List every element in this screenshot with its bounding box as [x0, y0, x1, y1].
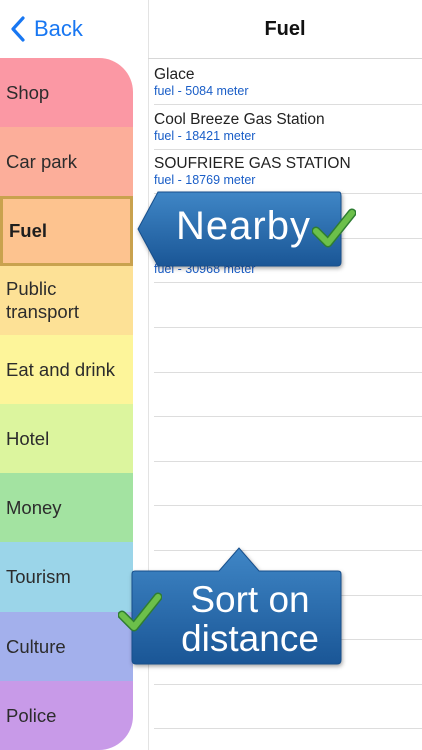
check-icon [118, 592, 162, 632]
row-divider [154, 327, 422, 328]
category-hotel[interactable]: Hotel [0, 404, 133, 474]
back-button[interactable]: Back [8, 10, 83, 48]
category-culture[interactable]: Culture [0, 611, 133, 681]
sort-text-line1: Sort on [190, 579, 310, 620]
category-label: Hotel [6, 428, 50, 450]
page-title: Fuel [264, 17, 306, 40]
navigation-bar: Back [0, 0, 148, 58]
station-distance: fuel - 18769 meter [154, 173, 256, 188]
check-icon [312, 208, 356, 248]
station-name: SOUFRIERE GAS STATION [154, 155, 351, 173]
category-label: Police [6, 704, 57, 726]
category-shop[interactable]: Shop [0, 58, 133, 128]
station-row[interactable]: Glace fuel - 5084 meter [154, 60, 422, 105]
station-distance: fuel - 18421 meter [154, 128, 256, 143]
category-eat-and-drink[interactable]: Eat and drink [0, 334, 133, 404]
station-name: Cool Breeze Gas Station [154, 110, 325, 128]
row-divider [154, 460, 422, 462]
category-label: Car park [6, 151, 77, 173]
category-label: Shop [6, 82, 50, 104]
row-divider [154, 728, 422, 730]
sort-text-line2: distance [181, 618, 319, 659]
category-label: Tourism [6, 566, 71, 588]
title-divider [148, 58, 422, 59]
row-divider [154, 416, 422, 418]
row-divider [154, 683, 422, 685]
row-divider [154, 148, 422, 150]
row-divider [154, 505, 422, 507]
category-label: Public transport [6, 278, 80, 323]
category-fuel[interactable]: Fuel [0, 196, 133, 266]
category-public-transport[interactable]: Public transport [0, 265, 133, 335]
back-label: Back [34, 16, 83, 41]
category-label: Fuel [9, 220, 48, 242]
category-label: Eat and drink [6, 358, 116, 380]
category-tourism[interactable]: Tourism [0, 542, 133, 612]
category-money[interactable]: Money [0, 473, 133, 543]
station-distance: fuel - 5084 meter [154, 84, 249, 98]
category-police[interactable]: Police [0, 680, 133, 750]
category-label: Money [6, 497, 62, 519]
station-row[interactable]: Cool Breeze Gas Station fuel - 18421 met… [154, 105, 422, 150]
sort-text: Sort on distance [165, 580, 335, 658]
chevron-left-icon [11, 16, 25, 42]
row-divider [154, 282, 422, 284]
station-name: Glace [154, 66, 195, 83]
nearby-text: Nearby [176, 204, 311, 248]
station-row[interactable]: SOUFRIERE GAS STATION fuel - 18769 meter [154, 149, 422, 194]
category-list: Shop Car park Fuel Public transport Eat … [0, 58, 133, 750]
category-car-park[interactable]: Car park [0, 127, 133, 197]
row-divider [154, 371, 422, 373]
category-label: Culture [6, 635, 66, 657]
row-divider [154, 104, 422, 105]
